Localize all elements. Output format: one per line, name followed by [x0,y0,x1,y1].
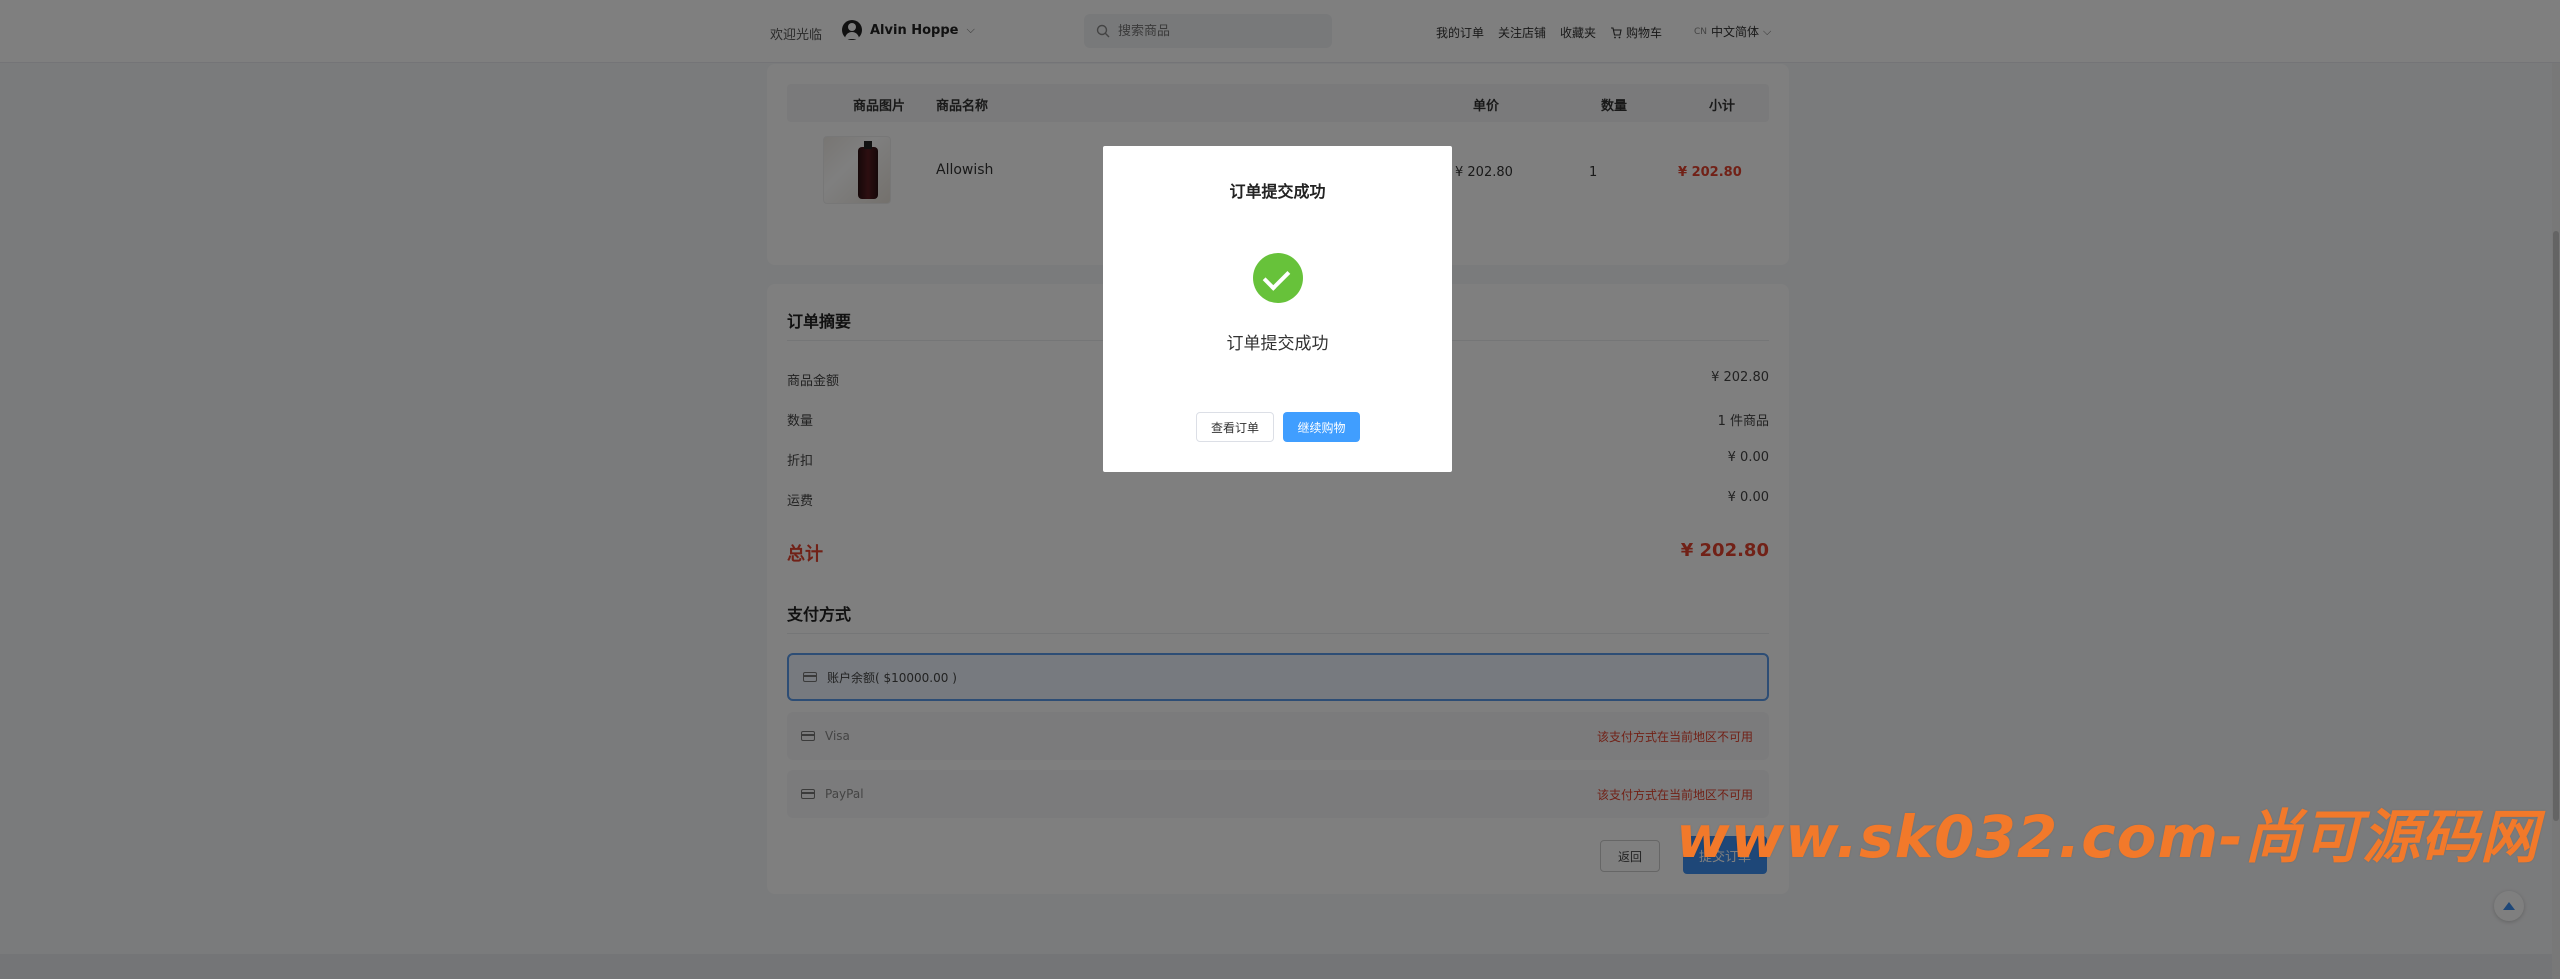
order-success-dialog: 订单提交成功 订单提交成功 查看订单 继续购物 [1103,146,1452,472]
dialog-message: 订单提交成功 [1226,334,1329,354]
view-order-button[interactable]: 查看订单 [1196,412,1274,442]
watermark-text: www.sk032.com-尚可源码网 [1676,803,2540,871]
dialog-title: 订单提交成功 [1229,182,1326,201]
continue-shopping-button[interactable]: 继续购物 [1283,412,1360,442]
success-check-icon [1253,253,1303,303]
